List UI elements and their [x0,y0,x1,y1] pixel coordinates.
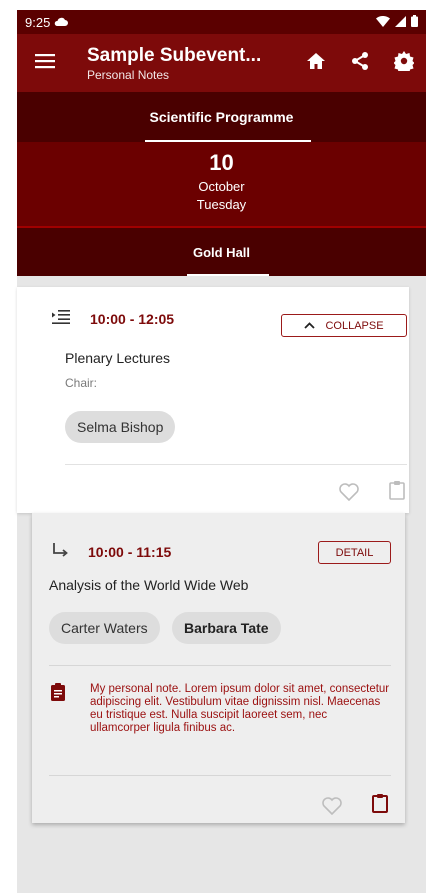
indent-icon [52,309,70,329]
date-day: 10 [209,150,234,175]
date-selector[interactable]: 10 October Tuesday [17,142,426,228]
hall-tab-indicator [187,274,269,276]
tab-gold-hall[interactable]: Gold Hall [17,228,426,276]
note-icon [51,683,65,706]
home-button[interactable] [294,34,338,92]
menu-icon [35,53,55,74]
status-bar: 9:25 [17,10,426,34]
wifi-icon [376,15,390,30]
app-bar-titles: Sample Subevent... Personal Notes [73,45,294,82]
detail-button[interactable]: DETAIL [318,541,391,564]
chevron-up-icon [304,320,316,332]
talk-title: Analysis of the World Wide Web [49,577,249,593]
collapse-label: COLLAPSE [325,319,384,332]
session-time: 10:00 - 12:05 [90,311,175,327]
menu-button[interactable] [17,34,73,92]
hall-label: Gold Hall [192,244,251,260]
tab-scientific-programme[interactable]: Scientific Programme [17,92,426,142]
app-bar: Sample Subevent... Personal Notes [17,34,426,92]
chair-chip[interactable]: Selma Bishop [65,411,176,443]
settings-icon [393,50,415,76]
clipboard-icon[interactable] [372,793,388,818]
heart-icon[interactable] [339,483,359,506]
collapse-button[interactable]: COLLAPSE [281,314,407,337]
heart-icon[interactable] [322,797,342,820]
share-button[interactable] [338,34,382,92]
session-card: 10:00 - 12:05 COLLAPSE Plenary Lectures … [17,287,409,513]
home-icon [306,52,326,75]
talk-time: 10:00 - 11:15 [88,544,172,560]
speaker-chip[interactable]: Carter Waters [49,612,160,644]
share-icon [350,51,370,76]
subdirectory-arrow-icon [52,542,68,562]
tab-label: Scientific Programme [149,109,294,125]
cloud-icon [54,15,69,30]
card-divider [49,775,391,776]
card-divider [49,665,391,666]
speaker-chip[interactable]: Barbara Tate [172,612,281,644]
status-time: 9:25 [25,14,51,30]
date-month: October [198,179,245,194]
date-weekday: Tuesday [196,197,247,212]
talk-card: 10:00 - 11:15 DETAIL Analysis of the Wor… [32,513,405,823]
session-title: Plenary Lectures [65,350,171,366]
page-title: Sample Subevent... [87,44,262,66]
signal-icon [395,15,406,30]
detail-label: DETAIL [335,546,374,559]
chair-label: Chair: [65,376,98,390]
personal-note[interactable]: My personal note. Lorem ipsum dolor sit … [90,683,390,735]
clipboard-icon[interactable] [389,480,405,505]
card-divider [65,464,407,465]
page-subtitle: Personal Notes [87,67,170,82]
tab-indicator [145,140,311,142]
battery-icon [411,14,418,30]
settings-button[interactable] [382,34,426,92]
